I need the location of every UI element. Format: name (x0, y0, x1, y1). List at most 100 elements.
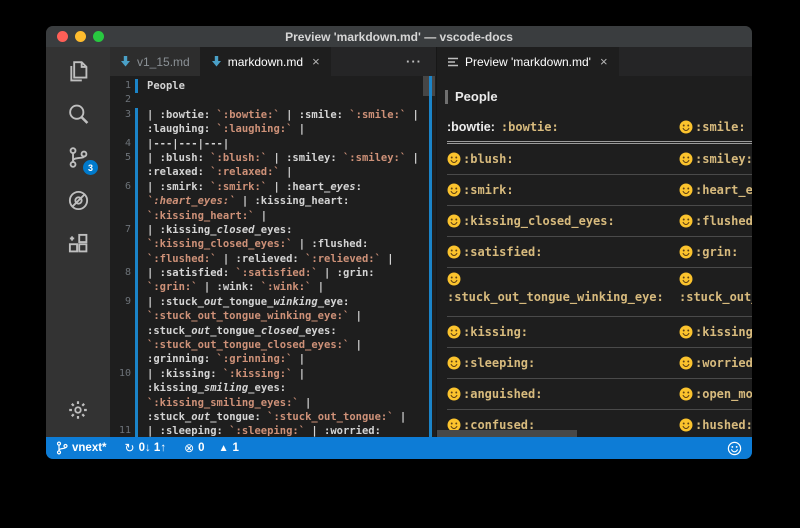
line-text: :kissing_smiling_eyes: (147, 381, 286, 395)
editor-line[interactable]: :relaxed: `:relaxed:` | (110, 165, 436, 179)
emoji-icon (447, 214, 461, 228)
editor-line[interactable]: :laughing: `:laughing:` | (110, 122, 436, 136)
git-branch-icon (56, 441, 68, 455)
preview-horizontal-scrollbar-thumb[interactable] (437, 430, 577, 437)
preview-table-row: :satisfied::grin: (447, 237, 752, 268)
traffic-lights (57, 31, 104, 42)
preview-table-row: :sleeping::worried: (447, 348, 752, 379)
feedback-smiley-icon[interactable] (727, 441, 742, 456)
line-number (110, 396, 131, 410)
line-number (110, 352, 131, 366)
line-text: :laughing: `:laughing:` | (147, 122, 305, 136)
modified-line-marker (135, 194, 138, 208)
line-text: | :blush: `:blush:` | :smiley: `:smiley:… (147, 151, 419, 165)
editor-line[interactable]: 11| :sleeping: `:sleeping:` | :worried: (110, 424, 436, 437)
emoji-icon (679, 152, 693, 166)
line-number: 3 (110, 108, 131, 122)
line-text: | :stuck_out_tongue_winking_eye: (147, 295, 349, 309)
tab-preview-markdown-md[interactable]: Preview 'markdown.md' × (437, 47, 619, 76)
emoji-icon (447, 272, 461, 286)
editor-line[interactable]: :grinning: `:grinning:` | (110, 352, 436, 366)
editor-line[interactable]: 6| :smirk: `:smirk:` | :heart_eyes: (110, 180, 436, 194)
sync-status[interactable]: ↻ 0↓ 1↑ (125, 441, 167, 455)
editor-line[interactable]: `:stuck_out_tongue_closed_eyes:` | (110, 338, 436, 352)
line-text: | :satisfied: `:satisfied:` | :grin: (147, 266, 375, 280)
zoom-window-button[interactable] (93, 31, 104, 42)
editor-line[interactable]: `:kissing_heart:` | (110, 209, 436, 223)
modified-line-marker (135, 280, 138, 294)
editor-scrollbar[interactable] (422, 76, 436, 437)
line-number: 8 (110, 266, 131, 280)
problems-status[interactable]: ⊗ 0 ▲ 1 (184, 441, 239, 455)
tab-label: v1_15.md (137, 55, 190, 69)
preview-heading: People (445, 89, 752, 104)
warning-count: 1 (232, 442, 238, 454)
modified-line-marker (135, 352, 138, 366)
editor-line[interactable]: :stuck_out_tongue_closed_eyes: (110, 324, 436, 338)
search-icon[interactable] (46, 93, 110, 136)
editor-line[interactable]: `:kissing_closed_eyes:` | :flushed: (110, 237, 436, 251)
close-tab-icon[interactable]: × (312, 54, 320, 69)
editor-line[interactable]: `:heart_eyes:` | :kissing_heart: (110, 194, 436, 208)
editor-line[interactable]: 8 | :satisfied: `:satisfied:` | :grin: (110, 266, 436, 280)
line-number (110, 122, 131, 136)
line-text: | :kissing_closed_eyes: (147, 223, 292, 237)
emoji-icon (679, 183, 693, 197)
editor-line[interactable]: 7| :kissing_closed_eyes: (110, 223, 436, 237)
editor-line[interactable]: `:kissing_smiling_eyes:` | (110, 396, 436, 410)
close-tab-icon[interactable]: × (600, 54, 608, 69)
git-branch-status[interactable]: vnext* (56, 441, 107, 455)
editor-line[interactable]: :stuck_out_tongue: `:stuck_out_tongue:` … (110, 410, 436, 424)
error-count: 0 (198, 442, 204, 454)
editor-line[interactable]: 10| :kissing: `:kissing:` | (110, 367, 436, 381)
line-number (110, 410, 131, 424)
modified-line-marker (135, 309, 138, 323)
line-text: :grinning: `:grinning:` | (147, 352, 305, 366)
line-number: 4 (110, 137, 131, 151)
modified-line-marker (135, 410, 138, 424)
line-text: `:kissing_closed_eyes:` | :flushed: (147, 237, 368, 251)
explorer-icon[interactable] (46, 50, 110, 93)
emoji-icon (679, 245, 693, 259)
error-icon: ⊗ (184, 441, 194, 455)
modified-line-marker (135, 295, 138, 309)
editor-line[interactable]: `:flushed:` | :relieved: `:relieved:` | (110, 252, 436, 266)
extensions-icon[interactable] (46, 222, 110, 265)
editor[interactable]: 1People23| :bowtie: `:bowtie:` | :smile:… (110, 76, 436, 437)
line-number (110, 280, 131, 294)
editor-more-actions-icon[interactable]: ··· (406, 54, 422, 69)
line-text: |---|---|---| (147, 137, 229, 151)
editor-line[interactable]: 1People (110, 79, 436, 93)
line-text: :stuck_out_tongue: `:stuck_out_tongue:` … (147, 410, 406, 424)
title-bar[interactable]: Preview 'markdown.md' — vscode-docs (46, 26, 752, 47)
editor-line[interactable]: :kissing_smiling_eyes: (110, 381, 436, 395)
editor-line[interactable]: 2 (110, 93, 436, 107)
close-window-button[interactable] (57, 31, 68, 42)
line-text: :relaxed: `:relaxed:` | (147, 165, 292, 179)
tab-markdown-md[interactable]: markdown.md × (201, 47, 331, 76)
editor-line[interactable]: `:grin:` | :wink: `:wink:` | (110, 280, 436, 294)
heading-text: People (455, 89, 498, 104)
editor-line[interactable]: 4 |---|---|---| (110, 137, 436, 151)
emoji-icon (679, 387, 693, 401)
editor-line[interactable]: 3| :bowtie: `:bowtie:` | :smile: `:smile… (110, 108, 436, 122)
line-number (110, 209, 131, 223)
emoji-icon (679, 325, 693, 339)
editor-line[interactable]: `:stuck_out_tongue_winking_eye:` | (110, 309, 436, 323)
line-number: 6 (110, 180, 131, 194)
minimize-window-button[interactable] (75, 31, 86, 42)
emoji-icon (447, 152, 461, 166)
line-text: `:kissing_heart:` | (147, 209, 267, 223)
emoji-icon (679, 356, 693, 370)
editor-line[interactable]: 5| :blush: `:blush:` | :smiley: `:smiley… (110, 151, 436, 165)
source-control-icon[interactable]: 3 (46, 136, 110, 179)
modified-lines-overview-ruler (429, 76, 432, 437)
sync-icon: ↻ (125, 441, 135, 455)
preview-table-row: :smirk::heart_eyes: (447, 175, 752, 206)
settings-gear-icon[interactable] (46, 388, 110, 431)
debug-icon[interactable] (46, 179, 110, 222)
tab-v1_15-md[interactable]: v1_15.md (110, 47, 201, 76)
editor-line[interactable]: 9| :stuck_out_tongue_winking_eye: (110, 295, 436, 309)
line-number (110, 309, 131, 323)
modified-line-marker (135, 424, 138, 437)
